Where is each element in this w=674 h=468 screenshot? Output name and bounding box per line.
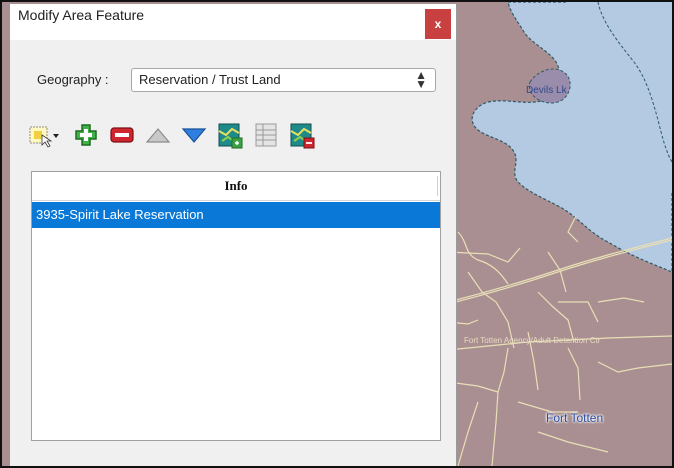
feature-toolbar (28, 121, 448, 151)
remove-button[interactable] (108, 121, 136, 149)
triangle-up-icon (145, 128, 171, 143)
map-remove-icon (290, 123, 315, 149)
geography-selected-value: Reservation / Trust Land (139, 72, 281, 87)
geography-select[interactable]: Reservation / Trust Land ▲ ▼ (131, 68, 436, 92)
select-arrows-icon: ▲ ▼ (415, 68, 427, 91)
select-feature-button[interactable] (28, 121, 62, 149)
add-map-feature-button[interactable] (216, 121, 244, 149)
list-item-label: 3935-Spirit Lake Reservation (36, 207, 204, 222)
info-header-label: Info (224, 178, 248, 193)
triangle-down-icon (181, 128, 207, 143)
move-up-button[interactable] (144, 121, 172, 149)
window-title: Modify Area Feature (18, 7, 145, 23)
map-drawing (448, 2, 672, 466)
agency-label: Fort Totten Agency/Adult Detention Ctr (464, 336, 601, 345)
select-rectangle-icon (29, 126, 59, 148)
modify-area-feature-dialog: Modify Area Feature x Geography : Reserv… (10, 4, 457, 466)
map-canvas[interactable]: Devils Lk Fort Totten Agency/Adult Deten… (448, 2, 672, 466)
info-column-header[interactable]: Info (32, 172, 440, 201)
list-item[interactable]: 3935-Spirit Lake Reservation (32, 202, 440, 228)
attribute-table-button[interactable] (252, 121, 280, 149)
screenshot-frame: Devils Lk Fort Totten Agency/Adult Deten… (0, 0, 674, 468)
remove-map-feature-button[interactable] (288, 121, 316, 149)
map-add-icon (218, 123, 243, 149)
geography-label: Geography : (37, 72, 109, 87)
header-separator (437, 176, 438, 196)
lake-label: Devils Lk (526, 85, 567, 96)
title-bar[interactable]: Modify Area Feature x (10, 4, 456, 40)
add-button[interactable] (72, 121, 100, 149)
close-button[interactable]: x (425, 9, 451, 39)
town-label: Fort Totten (546, 411, 604, 425)
plus-icon (75, 124, 97, 146)
info-list[interactable]: Info 3935-Spirit Lake Reservation (31, 171, 441, 441)
move-down-button[interactable] (180, 121, 208, 149)
table-icon (255, 123, 277, 147)
minus-icon (110, 127, 134, 143)
